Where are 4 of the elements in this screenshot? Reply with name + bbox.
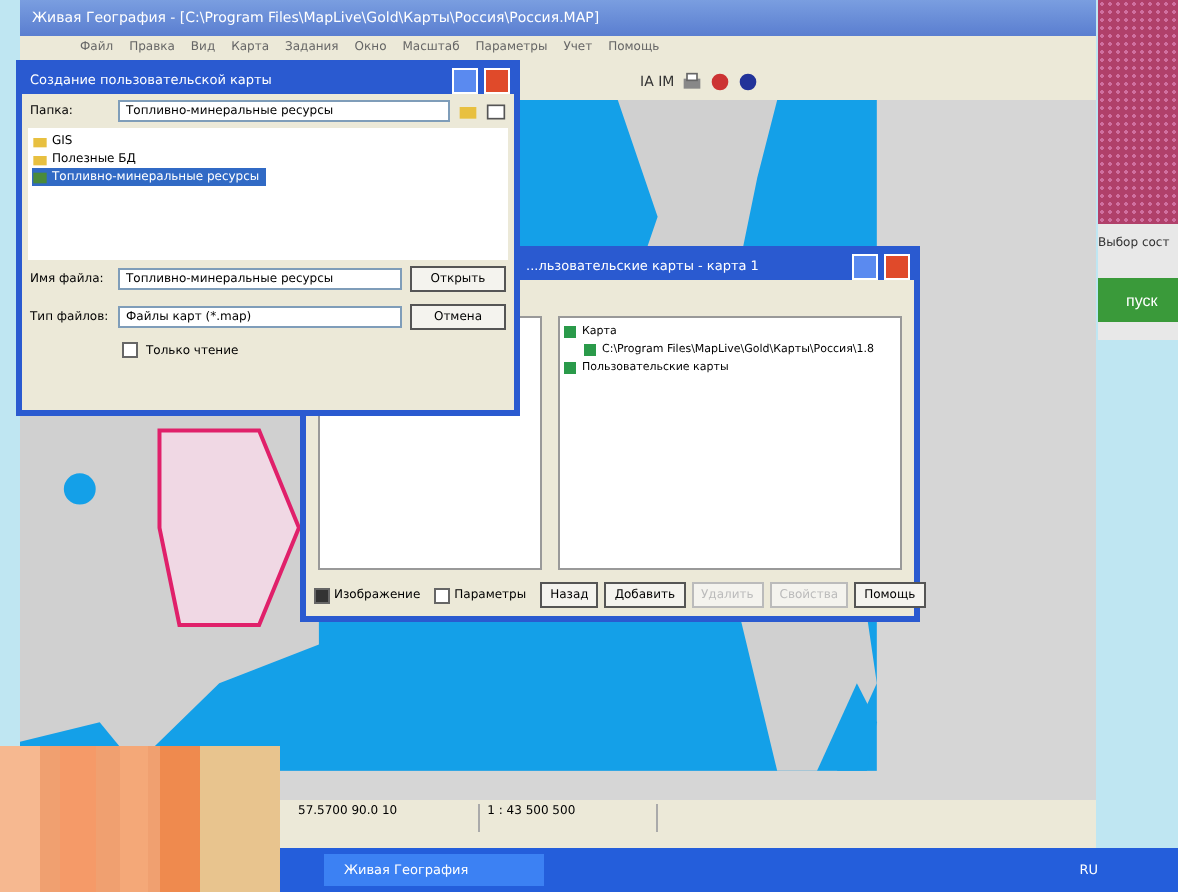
help-button[interactable] (452, 67, 478, 93)
close-button[interactable] (484, 67, 510, 93)
printer-icon[interactable] (682, 72, 703, 92)
start-button[interactable]: пуск (1098, 278, 1178, 322)
